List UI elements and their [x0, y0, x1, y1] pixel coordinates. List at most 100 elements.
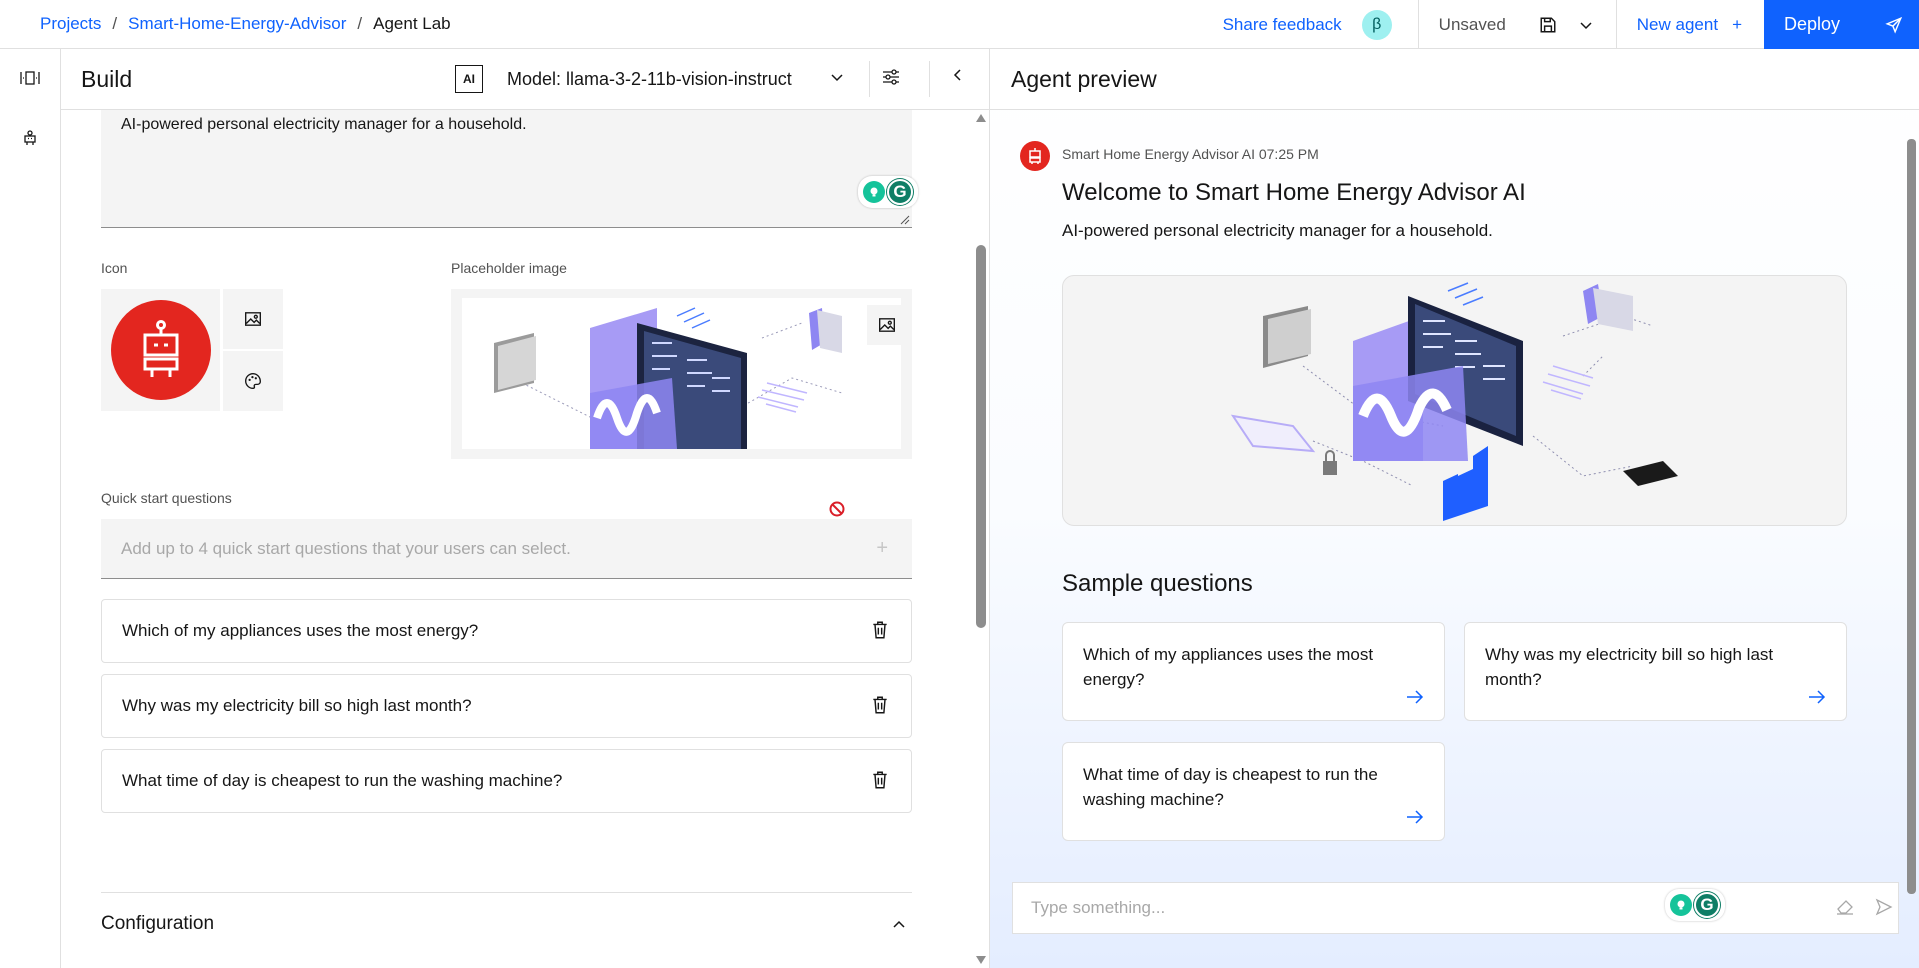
sample-question-text: What time of day is cheapest to run the …	[1083, 765, 1378, 809]
quick-start-label: Quick start questions	[101, 490, 232, 506]
quick-question-text: What time of day is cheapest to run the …	[122, 771, 563, 790]
rail-panel-button[interactable]	[15, 63, 45, 93]
breadcrumb: Projects / Smart-Home-Energy-Advisor / A…	[0, 14, 451, 34]
description-textarea[interactable]: AI-powered personal electricity manager …	[101, 110, 918, 228]
chevron-left-icon	[953, 69, 961, 81]
sample-question-card[interactable]: What time of day is cheapest to run the …	[1062, 742, 1445, 841]
quick-question-text: Which of my appliances uses the most ene…	[122, 621, 479, 640]
delete-question-button[interactable]	[871, 695, 889, 720]
add-question-icon[interactable]: +	[876, 537, 888, 560]
sample-question-card[interactable]: Why was my electricity bill so high last…	[1464, 622, 1847, 721]
delete-question-button[interactable]	[871, 620, 889, 645]
new-agent-label: New agent	[1636, 14, 1719, 34]
delete-question-button[interactable]	[871, 770, 889, 795]
chat-input[interactable]: Type something... G	[1012, 882, 1899, 934]
save-options-button[interactable]	[1568, 0, 1604, 49]
placeholder-illustration	[462, 298, 901, 449]
plus-icon: +	[1732, 14, 1742, 34]
robot-icon	[1029, 148, 1041, 164]
sample-question-text: Which of my appliances uses the most ene…	[1083, 645, 1374, 689]
image-icon	[245, 312, 261, 326]
preview-title: Agent preview	[1011, 66, 1157, 92]
model-settings-button[interactable]	[881, 67, 901, 92]
rocket-icon	[1885, 16, 1903, 34]
header-divider	[869, 61, 870, 97]
new-agent-button[interactable]: New agent +	[1617, 15, 1764, 35]
grammarly-icon: G	[1694, 892, 1720, 918]
icon-label: Icon	[101, 260, 128, 276]
upload-icon-button[interactable]	[223, 289, 283, 349]
hero-illustration	[1062, 275, 1847, 526]
send-button[interactable]	[1875, 898, 1893, 921]
bot-avatar	[1020, 141, 1050, 171]
arrow-right-icon	[1407, 810, 1424, 824]
collapse-panel-button[interactable]	[950, 67, 966, 88]
model-dropdown-toggle[interactable]	[829, 69, 845, 90]
quick-start-input[interactable]: Add up to 4 quick start questions that y…	[101, 519, 912, 579]
beta-badge: β	[1361, 9, 1392, 40]
chevron-up-icon	[893, 920, 905, 928]
rail-agent-button[interactable]	[15, 123, 45, 153]
quick-question-item[interactable]: Which of my appliances uses the most ene…	[101, 599, 912, 663]
breadcrumb-separator: /	[112, 14, 118, 33]
chevron-down-icon	[831, 74, 843, 82]
arrow-right-icon	[1809, 690, 1826, 704]
breadcrumb-project-link[interactable]: Smart-Home-Energy-Advisor	[128, 14, 346, 34]
trash-icon	[873, 771, 887, 789]
breadcrumb-projects-link[interactable]: Projects	[40, 14, 101, 34]
robot-icon	[110, 300, 211, 400]
sliders-icon	[883, 69, 899, 85]
grammarly-widget[interactable]: G	[1665, 889, 1725, 921]
deploy-button[interactable]: Deploy	[1764, 0, 1919, 49]
placeholder-image-tile	[451, 289, 912, 459]
clear-chat-button[interactable]	[1835, 898, 1855, 921]
header-divider	[929, 61, 930, 97]
message-meta: Smart Home Energy Advisor AI 07:25 PM	[1062, 146, 1319, 162]
placeholder-image-label: Placeholder image	[451, 260, 567, 276]
save-button[interactable]	[1528, 0, 1568, 49]
send-icon	[1875, 898, 1893, 916]
build-title: Build	[81, 66, 133, 92]
scroll-down-icon[interactable]	[976, 956, 986, 964]
breadcrumb-separator: /	[357, 14, 363, 33]
resize-grip-icon[interactable]	[900, 215, 910, 225]
preview-header: Agent preview	[990, 49, 1919, 110]
trash-icon	[873, 621, 887, 639]
agent-preview-panel: Agent preview Smart Home Energy Advisor …	[990, 49, 1919, 968]
panel-icon	[20, 71, 40, 85]
icon-color-button[interactable]	[223, 351, 283, 411]
description-text: AI-powered personal electricity manager …	[121, 116, 527, 133]
save-status: Unsaved	[1438, 14, 1506, 34]
agent-icon	[24, 130, 36, 145]
chevron-down-icon	[1580, 21, 1592, 29]
grammarly-icon: G	[887, 179, 913, 205]
sample-question-card[interactable]: Which of my appliances uses the most ene…	[1062, 622, 1445, 721]
lightbulb-icon	[863, 181, 885, 203]
build-header: Build AI Model: llama-3-2-11b-vision-ins…	[61, 49, 990, 110]
build-scrollbar-thumb[interactable]	[976, 245, 986, 628]
left-rail	[0, 49, 61, 968]
model-selector[interactable]: Model: llama-3-2-11b-vision-instruct	[507, 69, 792, 90]
grammarly-widget[interactable]: G	[858, 176, 918, 208]
welcome-description: AI-powered personal electricity manager …	[1062, 221, 1493, 240]
topbar-actions: Share feedback β Unsaved New agent + Dep…	[1223, 0, 1919, 49]
upload-placeholder-button[interactable]	[867, 305, 901, 345]
agent-icon-preview	[101, 289, 220, 411]
quick-start-placeholder: Add up to 4 quick start questions that y…	[121, 538, 571, 558]
palette-icon	[245, 373, 261, 389]
scroll-up-icon[interactable]	[976, 114, 986, 122]
preview-scrollbar[interactable]	[1907, 139, 1916, 894]
arrow-right-icon	[1407, 690, 1424, 704]
save-icon	[1540, 17, 1556, 32]
top-bar: Projects / Smart-Home-Energy-Advisor / A…	[0, 0, 1919, 49]
build-panel: Build AI Model: llama-3-2-11b-vision-ins…	[61, 49, 990, 968]
chat-input-placeholder: Type something...	[1031, 898, 1166, 917]
lightbulb-icon	[1670, 894, 1692, 916]
image-icon	[879, 318, 895, 332]
share-feedback-link[interactable]: Share feedback	[1223, 15, 1342, 35]
configuration-accordion[interactable]: Configuration	[101, 913, 214, 935]
quick-question-text: Why was my electricity bill so high last…	[122, 696, 472, 715]
quick-question-item[interactable]: Why was my electricity bill so high last…	[101, 674, 912, 738]
quick-question-item[interactable]: What time of day is cheapest to run the …	[101, 749, 912, 813]
configuration-toggle[interactable]	[891, 917, 907, 938]
